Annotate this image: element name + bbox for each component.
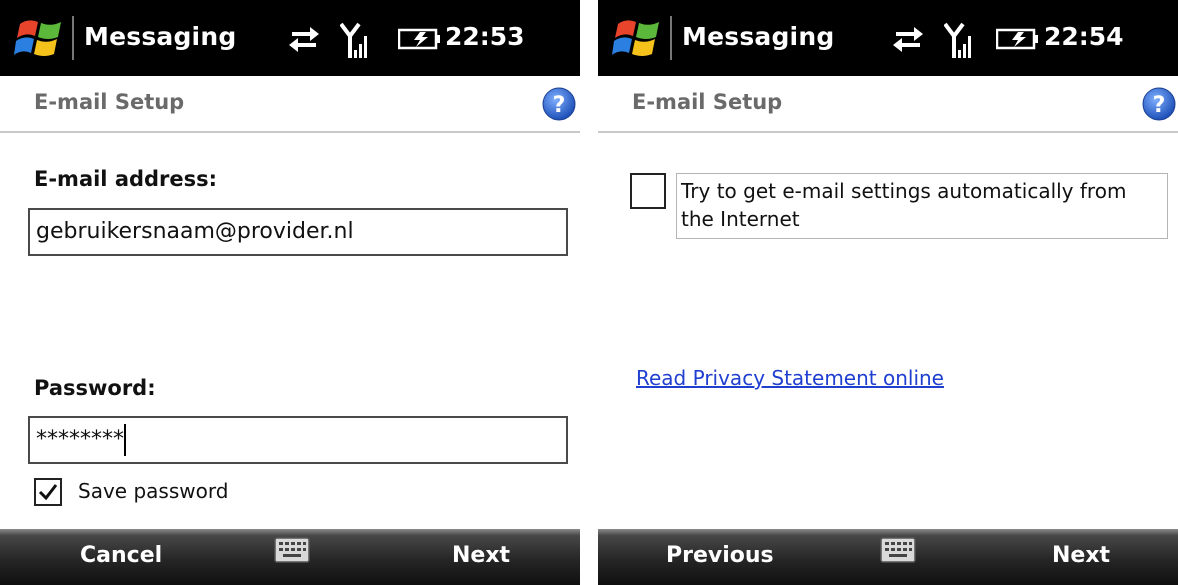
previous-softkey[interactable]: Previous <box>666 543 774 568</box>
softkey-bar: Previous Next <box>598 529 1178 585</box>
title-bar: E-mail Setup ? <box>598 76 1178 133</box>
privacy-statement-link[interactable]: Read Privacy Statement online <box>636 366 944 390</box>
sync-icon <box>289 27 319 52</box>
windows-start-icon[interactable] <box>14 14 68 62</box>
signal-icon <box>340 22 367 58</box>
app-title: Messaging <box>84 22 237 51</box>
password-value: ******** <box>36 427 124 452</box>
save-password-label[interactable]: Save password <box>78 479 228 503</box>
softkey-bar: Cancel Next <box>0 529 580 585</box>
email-label: E-mail address: <box>34 167 218 191</box>
page-title: E-mail Setup <box>632 90 783 114</box>
sync-icon <box>893 27 923 52</box>
save-password-checkbox[interactable] <box>34 478 62 506</box>
status-separator <box>72 16 74 60</box>
title-bar: E-mail Setup ? <box>0 76 580 133</box>
password-label: Password: <box>34 376 156 400</box>
cancel-softkey[interactable]: Cancel <box>80 543 162 568</box>
signal-icon <box>944 22 971 58</box>
svg-text:?: ? <box>553 93 566 118</box>
status-bar: Messaging 22:54 <box>598 0 1178 76</box>
password-field[interactable]: ******** <box>28 416 568 464</box>
checkmark-icon <box>38 484 58 501</box>
keyboard-icon[interactable] <box>880 537 916 563</box>
keyboard-icon[interactable] <box>274 537 310 563</box>
auto-settings-label[interactable]: Try to get e-mail settings automatically… <box>676 173 1168 239</box>
app-title: Messaging <box>682 22 835 51</box>
email-value: gebruikersnaam@provider.nl <box>36 219 354 244</box>
status-bar: Messaging 22:53 <box>0 0 580 76</box>
svg-text:?: ? <box>1153 93 1166 118</box>
next-softkey[interactable]: Next <box>452 543 510 568</box>
auto-settings-checkbox[interactable] <box>630 173 666 209</box>
help-icon[interactable]: ? <box>542 87 576 121</box>
windows-start-icon[interactable] <box>612 14 666 62</box>
battery-icon <box>996 28 1038 50</box>
email-setup-screen-1: Messaging 22:53 E-mail Setup ? E-mail ad… <box>0 0 580 585</box>
email-field[interactable]: gebruikersnaam@provider.nl <box>28 208 568 256</box>
clock: 22:54 <box>1044 22 1124 51</box>
help-icon[interactable]: ? <box>1142 87 1176 121</box>
text-caret <box>124 424 126 456</box>
status-separator <box>670 16 672 60</box>
next-softkey[interactable]: Next <box>1052 543 1110 568</box>
battery-icon <box>398 28 440 50</box>
clock: 22:53 <box>445 22 525 51</box>
page-title: E-mail Setup <box>34 90 185 114</box>
email-setup-screen-2: Messaging 22:54 E-mail Setup ? Try to ge… <box>598 0 1178 585</box>
